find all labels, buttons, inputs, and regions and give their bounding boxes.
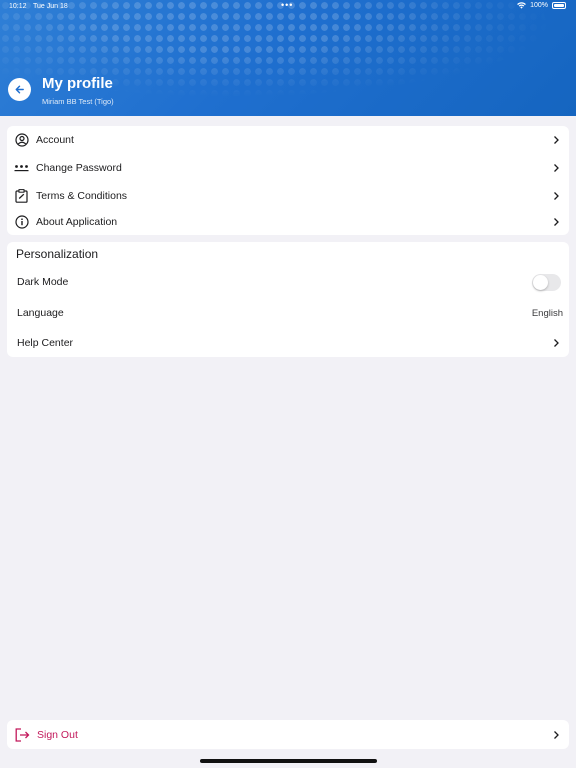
language-row[interactable]: Language English bbox=[7, 300, 569, 326]
chevron-right-icon bbox=[554, 218, 559, 226]
section-title: Personalization bbox=[16, 247, 99, 261]
dark-mode-label: Dark Mode bbox=[17, 276, 69, 288]
language-value: English bbox=[531, 307, 563, 319]
profile-menu-card: Account Change Password Terms & Conditio… bbox=[7, 126, 569, 235]
dark-mode-toggle[interactable] bbox=[532, 273, 561, 291]
user-circle-icon bbox=[14, 133, 29, 148]
menu-item-label: About Application bbox=[36, 216, 118, 228]
status-bar: 10:12 Tue Jun 18 ••• 100% bbox=[0, 0, 576, 14]
status-right: 100% bbox=[517, 2, 566, 9]
sign-out-icon bbox=[15, 728, 30, 743]
status-time: 10:12 bbox=[9, 3, 27, 10]
menu-item-account[interactable]: Account bbox=[7, 127, 569, 153]
page-title: My profile bbox=[42, 75, 113, 92]
menu-item-about[interactable]: About Application bbox=[7, 209, 569, 235]
chevron-right-icon bbox=[554, 731, 559, 739]
battery-percent: 100% bbox=[530, 2, 548, 9]
home-indicator[interactable] bbox=[200, 759, 377, 763]
help-center-row[interactable]: Help Center bbox=[7, 330, 569, 356]
sign-out-button[interactable]: Sign Out bbox=[7, 720, 569, 749]
help-center-label: Help Center bbox=[17, 337, 74, 349]
menu-item-change-password[interactable]: Change Password bbox=[7, 155, 569, 181]
arrow-left-icon bbox=[15, 85, 24, 94]
menu-item-terms[interactable]: Terms & Conditions bbox=[7, 183, 569, 209]
chevron-right-icon bbox=[554, 192, 559, 200]
menu-item-label: Account bbox=[36, 134, 74, 146]
wifi-icon bbox=[517, 2, 526, 9]
battery-icon bbox=[552, 2, 566, 9]
user-name: Miriam BB Test (Tigo) bbox=[42, 97, 114, 106]
multitasking-dots-icon[interactable]: ••• bbox=[281, 0, 293, 10]
menu-item-label: Terms & Conditions bbox=[36, 190, 128, 202]
chevron-right-icon bbox=[554, 339, 559, 347]
language-label: Language bbox=[17, 307, 64, 319]
back-button[interactable] bbox=[8, 78, 31, 101]
sign-out-label: Sign Out bbox=[37, 729, 78, 741]
chevron-right-icon bbox=[554, 136, 559, 144]
chevron-right-icon bbox=[554, 164, 559, 172]
sign-out-row[interactable]: Sign Out bbox=[7, 722, 569, 748]
clipboard-check-icon bbox=[14, 189, 29, 204]
dark-mode-row: Dark Mode bbox=[7, 269, 569, 295]
profile-header: 10:12 Tue Jun 18 ••• 100% My profile Mir… bbox=[0, 0, 576, 116]
menu-item-label: Change Password bbox=[36, 162, 122, 174]
personalization-card: Personalization Dark Mode Language Engli… bbox=[7, 242, 569, 357]
toggle-knob bbox=[533, 274, 548, 290]
password-dots-icon bbox=[14, 161, 29, 176]
info-icon bbox=[14, 215, 29, 230]
status-date: Tue Jun 18 bbox=[33, 3, 68, 10]
